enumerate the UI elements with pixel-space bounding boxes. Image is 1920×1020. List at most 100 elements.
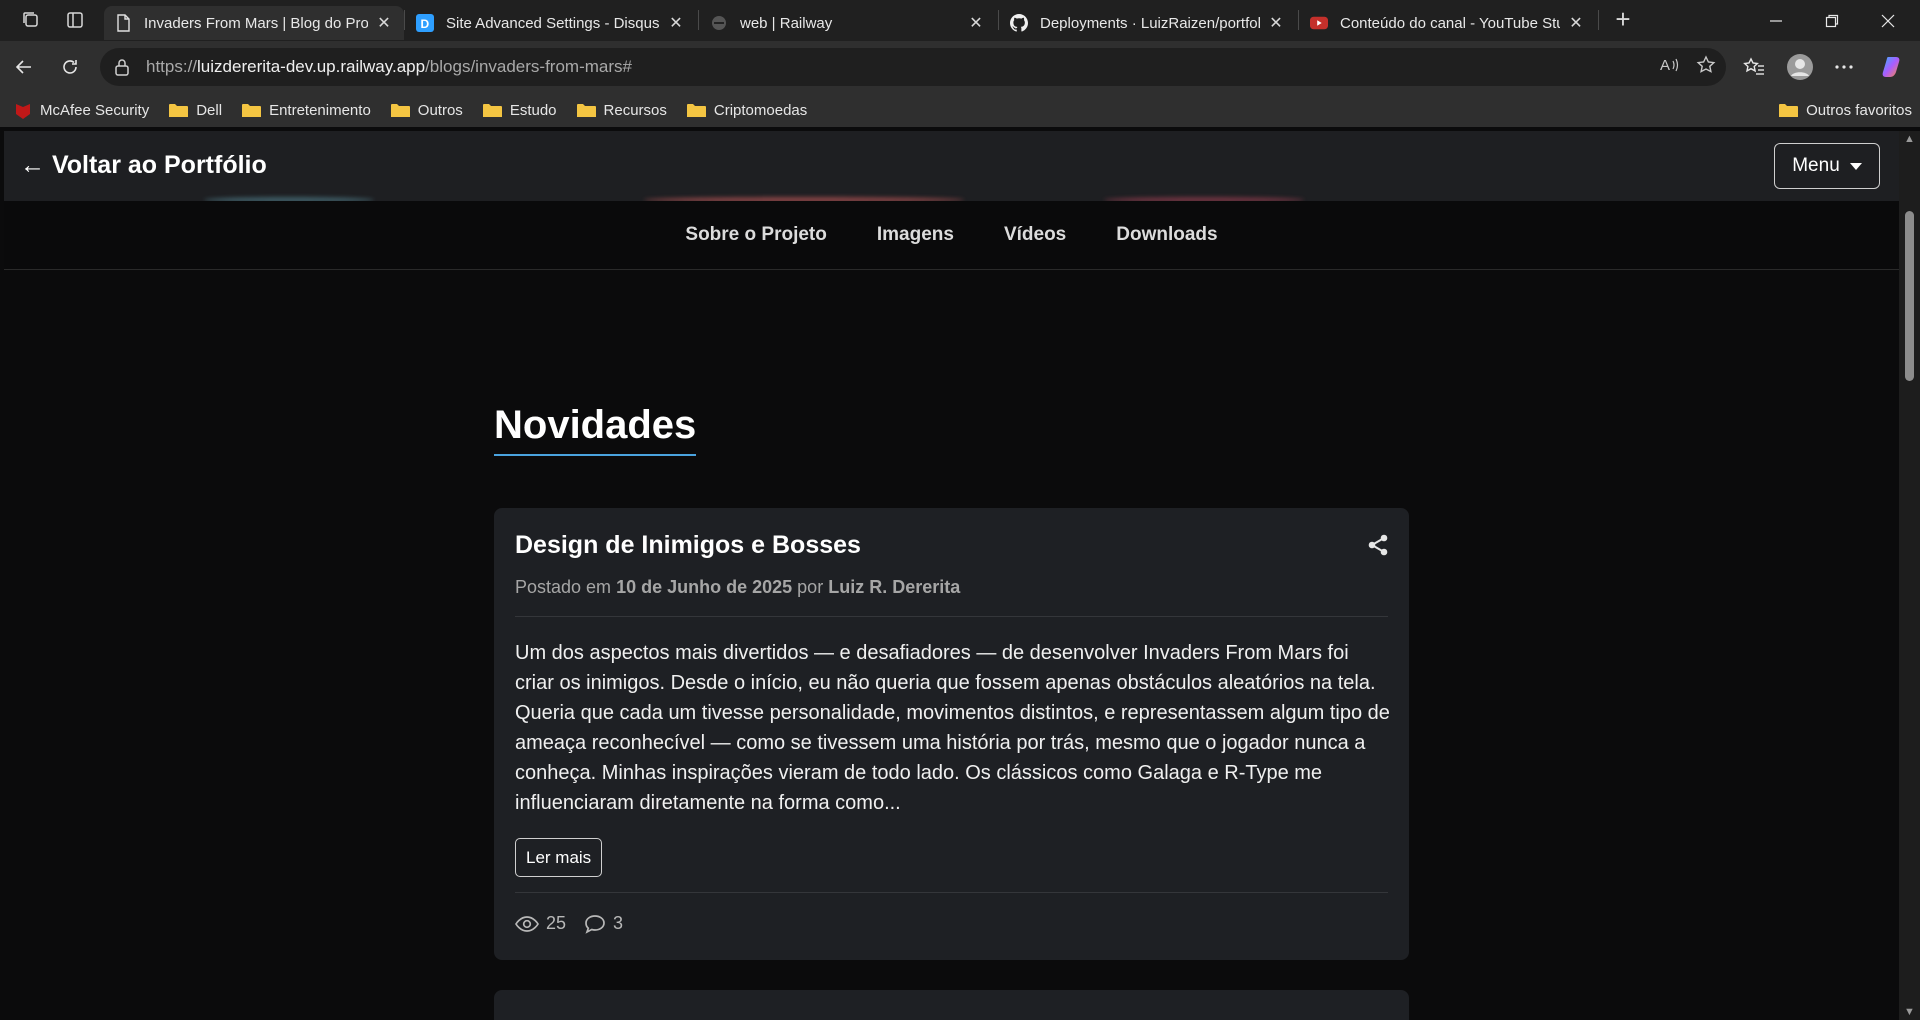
new-tab-button[interactable]: + [1608,4,1638,34]
caret-down-icon [1849,162,1862,170]
tab-invaders-blog[interactable]: Invaders From Mars | Blog do Proj ✕ [104,6,404,40]
bookmark-folder-estudo[interactable]: Estudo [482,102,557,119]
next-post-card [494,990,1409,1020]
lock-icon[interactable] [114,58,134,76]
address-bar-actions: A [1660,48,1716,86]
tab-separator [998,10,999,30]
tab-github[interactable]: Deployments · LuizRaizen/portfoli ✕ [1000,6,1296,40]
tab-separator [698,10,699,30]
subnav-sobre-o-projeto[interactable]: Sobre o Projeto [685,224,826,246]
post-stats: 25 3 [515,913,623,934]
bookmark-label: Recursos [603,102,667,119]
copilot-icon[interactable] [1875,49,1911,85]
tab-disqus[interactable]: D Site Advanced Settings - Disqus A ✕ [406,6,696,40]
bookmark-label: Estudo [509,102,557,119]
bookmark-folder-outros-favoritos[interactable]: Outros favoritos [1779,102,1912,119]
tab-title: Invaders From Mars | Blog do Proj [144,14,368,32]
profile-avatar[interactable] [1782,49,1818,85]
restore-button[interactable] [1804,0,1860,41]
close-tab-icon[interactable]: ✕ [1566,13,1586,33]
read-more-button[interactable]: Ler mais [515,838,603,877]
subnav-imagens[interactable]: Imagens [877,224,954,246]
comment-icon [585,914,605,934]
tab-youtube-studio[interactable]: Conteúdo do canal - YouTube Stu ✕ [1300,6,1596,40]
post-title[interactable]: Design de Inimigos e Bosses [515,531,861,560]
favorite-star-icon[interactable] [1696,54,1716,80]
address-bar[interactable]: https://luizdererita-dev.up.railway.app/… [100,48,1726,86]
scrollbar-thumb[interactable] [1905,211,1914,381]
tab-title: Conteúdo do canal - YouTube Stu [1340,14,1560,32]
meta-by: por [797,577,824,597]
share-icon[interactable] [1367,534,1389,561]
close-window-button[interactable] [1860,0,1916,41]
section-title: Novidades [494,403,697,456]
address-toolbar: https://luizdererita-dev.up.railway.app/… [0,41,1920,94]
mcafee-icon [16,103,30,119]
disqus-icon: D [416,14,434,32]
minimize-button[interactable] [1748,0,1804,41]
folder-icon [576,104,596,117]
folder-icon [686,104,706,117]
svg-text:D: D [421,17,430,31]
folder-icon [1779,104,1799,117]
post-excerpt: Um dos aspectos mais divertidos — e desa… [515,642,1390,814]
close-tab-icon[interactable]: ✕ [374,13,394,33]
tab-separator [1598,10,1599,30]
menu-button[interactable]: Menu [1774,143,1880,189]
bookmark-label: Outros favoritos [1806,102,1912,119]
vertical-tabs-icon[interactable] [60,5,90,35]
page-icon [114,14,132,32]
bookmark-folder-entretenimento[interactable]: Entretenimento [242,102,371,119]
folder-icon [390,104,410,117]
subnav-videos[interactable]: Vídeos [1004,224,1066,246]
bookmark-label: Outros [417,102,463,119]
project-subnav: Sobre o Projeto Imagens Vídeos Downloads [4,201,1899,270]
close-tab-icon[interactable]: ✕ [1266,13,1286,33]
page-viewport: ← Voltar ao Portfólio Menu Sobre o Proje… [4,131,1899,1020]
comments-stat: 3 [584,913,623,934]
subnav-downloads[interactable]: Downloads [1116,224,1217,246]
favorites-icon[interactable] [1736,49,1772,85]
more-options-icon[interactable] [1826,49,1862,85]
url-path: /blogs/invaders-from-mars# [425,57,632,76]
folder-icon [169,104,189,117]
bookmark-folder-criptomoedas[interactable]: Criptomoedas [686,102,807,119]
scroll-up-arrow-icon[interactable]: ▲ [1903,133,1916,145]
workspaces-icon[interactable] [16,5,46,35]
divider [515,892,1388,893]
bookmark-folder-recursos[interactable]: Recursos [576,102,667,119]
folder-icon [242,104,262,117]
tab-title: web | Railway [740,14,833,32]
tab-separator [1298,10,1299,30]
bookmark-label: McAfee Security [40,102,150,119]
youtube-icon [1310,14,1328,32]
url-host: luizdererita-dev.up.railway.app [197,57,426,76]
folder-icon [482,104,502,117]
post-author: Luiz R. Dererita [828,577,961,597]
bookmarks-bar: McAfee Security Dell Entretenimento Outr… [0,94,1920,127]
eye-icon [515,915,539,932]
tab-railway[interactable]: web | Railway ✕ [700,6,996,40]
bookmark-label: Dell [196,102,223,119]
bookmark-folder-dell[interactable]: Dell [169,102,222,119]
refresh-button[interactable] [52,49,88,85]
url-text[interactable]: https://luizdererita-dev.up.railway.app/… [146,57,632,77]
bookmark-mcafee[interactable]: McAfee Security [14,102,149,120]
comments-count: 3 [613,913,624,933]
tab-title: Deployments · LuizRaizen/portfoli [1040,14,1260,32]
svg-text:A: A [1660,57,1670,74]
scroll-down-arrow-icon[interactable]: ▼ [1903,1006,1916,1018]
page-scrollbar[interactable]: ▲ ▼ [1899,131,1920,1020]
site-header: ← Voltar ao Portfólio Menu [4,131,1899,203]
tab-title: Site Advanced Settings - Disqus A [446,14,660,32]
tab-separator [404,10,405,30]
bookmark-folder-outros[interactable]: Outros [390,102,463,119]
views-count: 25 [546,913,567,933]
tab-bar: Invaders From Mars | Blog do Proj ✕ D Si… [0,0,1920,41]
close-tab-icon[interactable]: ✕ [966,13,986,33]
divider [515,616,1388,617]
back-button[interactable] [6,49,42,85]
back-to-portfolio-link[interactable]: ← Voltar ao Portfólio [20,151,267,180]
close-tab-icon[interactable]: ✕ [666,13,686,33]
read-aloud-icon[interactable]: A [1660,56,1680,79]
